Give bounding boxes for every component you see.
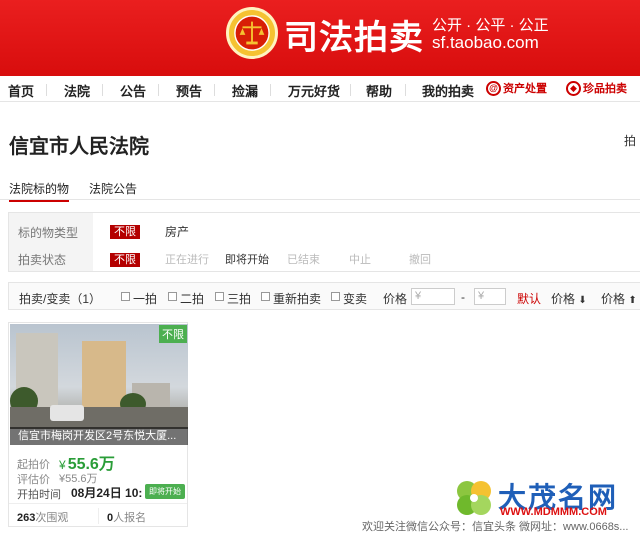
nav-divider bbox=[270, 84, 271, 96]
header-banner: 司法拍卖 公开 · 公平 · 公正 sf.taobao.com bbox=[0, 0, 640, 76]
sale-label: 变卖 bbox=[343, 292, 368, 306]
sort-price-desc-label: 价格 bbox=[551, 292, 576, 306]
nav-home[interactable]: 首页 bbox=[8, 81, 34, 100]
checkbox-reauction[interactable] bbox=[261, 292, 270, 301]
views-stat: 263次围观 bbox=[17, 509, 68, 525]
sort-default[interactable]: 默认 bbox=[517, 290, 541, 307]
property-photo[interactable]: 不限 bbox=[10, 324, 188, 429]
nav-divider bbox=[158, 84, 159, 96]
nav-divider bbox=[102, 84, 103, 96]
nav-treasure-auction[interactable]: ◆ 珍品拍卖 bbox=[566, 80, 627, 96]
vehicle-shape bbox=[50, 405, 84, 421]
status-ongoing[interactable]: 正在进行 bbox=[165, 251, 209, 267]
item-type-real-estate[interactable]: 房产 bbox=[165, 223, 189, 240]
start-price-label: 起拍价 bbox=[17, 459, 50, 471]
footer-divider bbox=[98, 508, 99, 524]
nav-good-deals[interactable]: 万元好货 bbox=[288, 81, 340, 100]
checkbox-second-auction[interactable] bbox=[168, 292, 177, 301]
sort-price-asc-label: 价格 bbox=[601, 292, 626, 306]
third-auction-label: 三拍 bbox=[227, 292, 252, 306]
nav-notice[interactable]: 公告 bbox=[120, 81, 146, 100]
sort-bar: 拍卖/变卖（1） 一拍 二拍 三拍 重新拍卖 变卖 价格 ¥ - ¥ 默认 价格… bbox=[8, 282, 640, 310]
nav-my-auctions[interactable]: 我的拍卖 bbox=[422, 81, 474, 100]
nav-bargain[interactable]: 捡漏 bbox=[232, 81, 258, 100]
nav-court[interactable]: 法院 bbox=[64, 81, 90, 100]
road-shape bbox=[10, 407, 188, 429]
nav-divider bbox=[405, 84, 406, 96]
price-range-dash: - bbox=[461, 290, 465, 304]
status-suspended[interactable]: 中止 bbox=[349, 251, 371, 267]
sort-price-asc[interactable]: 价格 ⬆ bbox=[601, 290, 637, 307]
nav-divider bbox=[46, 84, 47, 96]
site-logo-title[interactable]: 司法拍卖 bbox=[284, 10, 424, 59]
second-auction-label: 二拍 bbox=[180, 292, 205, 306]
views-label: 次围观 bbox=[35, 512, 69, 524]
tab-court-notices[interactable]: 法院公告 bbox=[89, 180, 137, 197]
status-withdrawn[interactable]: 撤回 bbox=[409, 251, 431, 267]
upcoming-badge: 即将开始 bbox=[145, 484, 185, 499]
asset-disposal-label: 资产处置 bbox=[503, 83, 547, 95]
clover-logo-icon bbox=[457, 481, 491, 515]
auction-count-label: 拍卖/变卖（1） bbox=[19, 292, 102, 306]
arrow-up-icon: ⬆ bbox=[628, 295, 637, 306]
signup-label: 人报名 bbox=[113, 512, 147, 524]
item-type-label: 标的物类型 bbox=[18, 226, 79, 240]
item-type-unlimited[interactable]: 不限 bbox=[110, 225, 140, 239]
reauction-label: 重新拍卖 bbox=[273, 292, 322, 306]
auction-status-unlimited[interactable]: 不限 bbox=[110, 253, 140, 267]
asset-disposal-icon: @ bbox=[486, 80, 501, 96]
signup-stat: 0人报名 bbox=[107, 509, 146, 525]
appraisal-label: 评估价 bbox=[17, 474, 50, 486]
price-to-input[interactable]: ¥ bbox=[474, 288, 506, 305]
checkbox-sale[interactable] bbox=[331, 292, 340, 301]
court-emblem-icon bbox=[226, 7, 278, 59]
tab-court-items[interactable]: 法院标的物 bbox=[9, 180, 70, 202]
treasure-auction-label: 珍品拍卖 bbox=[583, 83, 627, 95]
auction-status-label: 拍卖状态 bbox=[18, 253, 67, 267]
property-title[interactable]: 信宜市梅岗开发区2号东悦大厦... bbox=[10, 427, 188, 445]
filter-panel: 标的物类型 不限 房产 拍卖状态 不限 正在进行 即将开始 已结束 中止 撤回 bbox=[8, 212, 640, 272]
watermark-footer: 欢迎关注微信公众号：信宜头条 微网址：www.0668s... bbox=[362, 518, 629, 534]
views-count: 263 bbox=[17, 512, 36, 524]
unlimited-badge: 不限 bbox=[159, 325, 187, 343]
watermark-site-url: WWW.MDMMM.COM bbox=[500, 506, 607, 518]
start-time-label: 开拍时间 bbox=[17, 489, 61, 501]
nav-preview[interactable]: 预告 bbox=[176, 81, 202, 100]
main-nav: 首页 法院 公告 预告 捡漏 万元好货 帮助 我的拍卖 @ 资产处置 ◆ 珍品拍… bbox=[0, 76, 640, 102]
nav-divider bbox=[214, 84, 215, 96]
treasure-auction-icon: ◆ bbox=[566, 80, 581, 96]
nav-asset-disposal[interactable]: @ 资产处置 bbox=[486, 80, 547, 96]
nav-divider bbox=[350, 84, 351, 96]
status-ended[interactable]: 已结束 bbox=[287, 251, 320, 267]
sort-price-desc[interactable]: 价格 ⬇ bbox=[551, 290, 587, 307]
truncated-right-text: 拍 bbox=[624, 134, 637, 148]
status-upcoming[interactable]: 即将开始 bbox=[225, 251, 269, 267]
site-domain: sf.taobao.com bbox=[432, 33, 539, 52]
price-from-input[interactable]: ¥ bbox=[411, 288, 455, 305]
price-range-label: 价格 bbox=[383, 292, 408, 306]
nav-help[interactable]: 帮助 bbox=[366, 81, 392, 100]
auction-card[interactable]: 不限 信宜市梅岗开发区2号东悦大厦... 起拍价 ¥55.6万 评估价 ¥55.… bbox=[8, 322, 188, 527]
checkbox-third-auction[interactable] bbox=[215, 292, 224, 301]
checkbox-first-auction[interactable] bbox=[121, 292, 130, 301]
court-tabs: 法院标的物 法院公告 bbox=[0, 178, 640, 202]
site-slogan: 公开 · 公平 · 公正 bbox=[432, 17, 549, 34]
arrow-down-icon: ⬇ bbox=[578, 295, 587, 306]
page-title: 信宜市人民法院 bbox=[9, 136, 149, 158]
card-footer: 263次围观 0人报名 bbox=[9, 503, 187, 527]
first-auction-label: 一拍 bbox=[133, 292, 158, 306]
